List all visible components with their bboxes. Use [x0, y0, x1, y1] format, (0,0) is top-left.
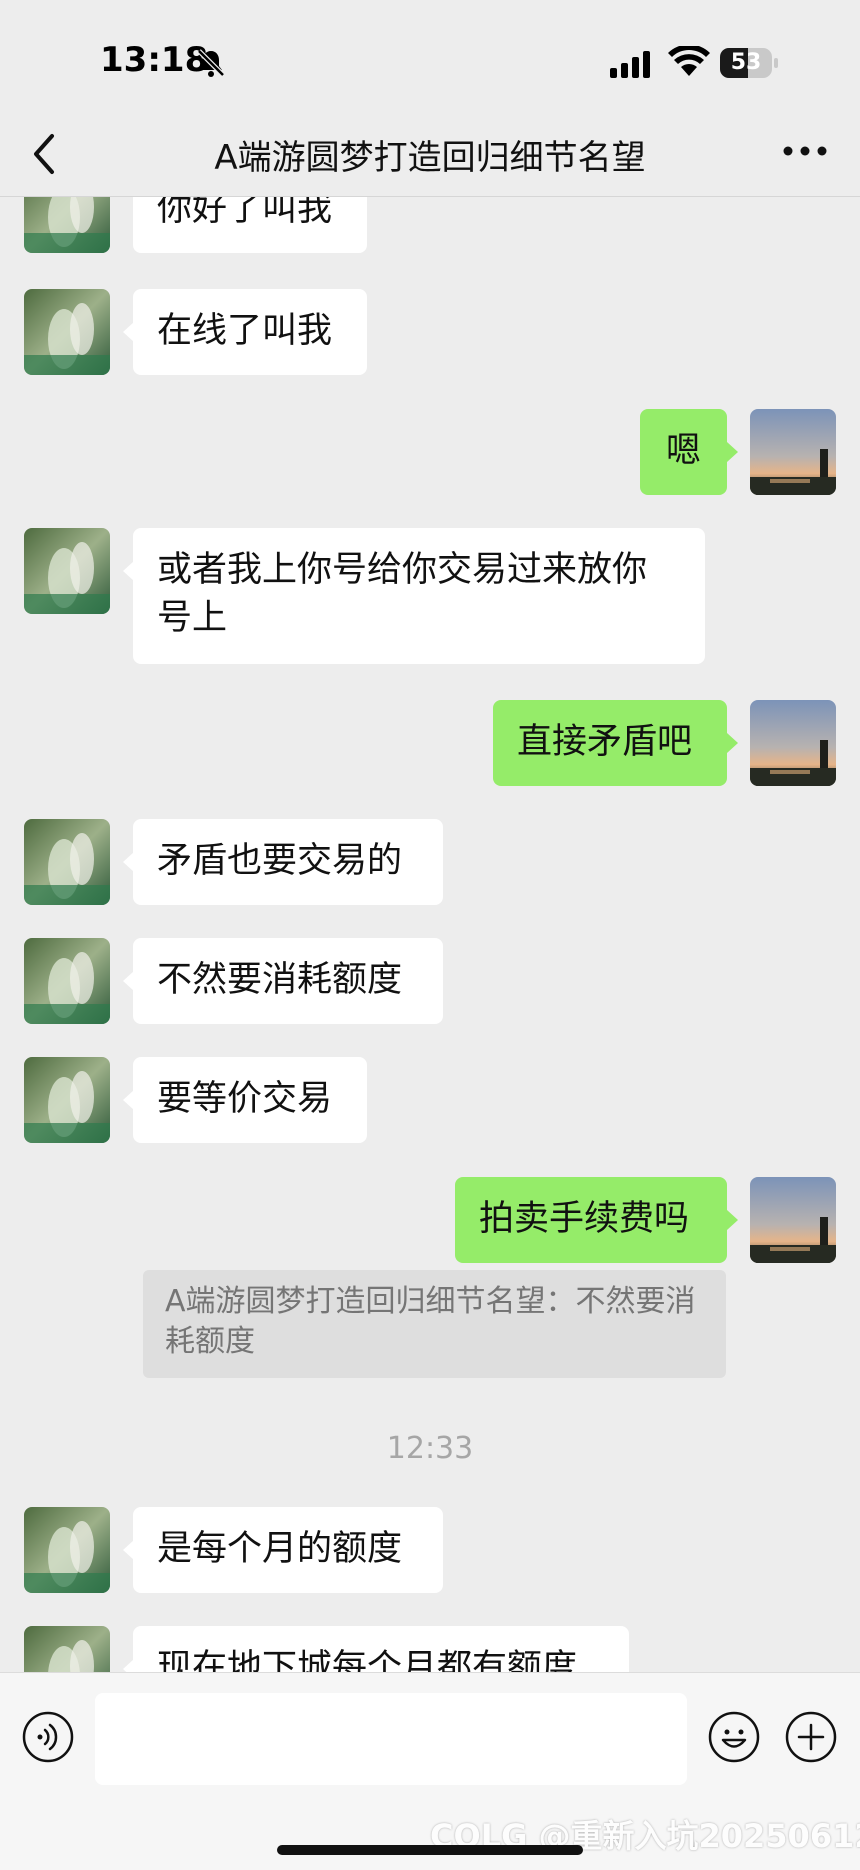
message-text: 拍卖手续费吗 [479, 1199, 690, 1239]
signal-icon [610, 51, 650, 78]
back-icon[interactable] [30, 132, 60, 176]
message-bubble[interactable]: 要等价交易 [133, 1057, 367, 1143]
message-text: 你好了叫我 [157, 197, 333, 229]
status-time: 13:18 [100, 40, 209, 80]
message-input[interactable] [95, 1693, 687, 1785]
emoji-icon[interactable] [708, 1711, 760, 1763]
contact-avatar[interactable] [24, 1626, 110, 1672]
contact-avatar[interactable] [24, 819, 110, 905]
message-text: 是每个月的额度 [157, 1529, 403, 1569]
message-text: 在线了叫我 [157, 311, 333, 351]
bell-off-icon [197, 49, 225, 77]
quoted-message[interactable]: A端游圆梦打造回归细节名望：不然要消耗额度 [143, 1270, 726, 1378]
battery-percent: 53 [730, 50, 762, 75]
home-indicator [277, 1845, 583, 1855]
quote-text: A端游圆梦打造回归细节名望：不然要消耗额度 [165, 1284, 696, 1359]
message-timestamp: 12:33 [386, 1431, 474, 1466]
message-bubble[interactable]: 不然要消耗额度 [133, 938, 443, 1024]
message-text: 不然要消耗额度 [157, 960, 403, 1000]
message-bubble[interactable]: 你好了叫我 [133, 197, 367, 253]
my-avatar[interactable] [750, 700, 836, 786]
message-bubble[interactable]: 在线了叫我 [133, 289, 367, 375]
message-bubble[interactable]: 或者我上你号给你交易过来放你号上 [133, 528, 705, 664]
voice-icon[interactable] [22, 1711, 74, 1763]
input-bar: COLG @重新入坑20250612 [0, 1672, 860, 1870]
contact-avatar[interactable] [24, 938, 110, 1024]
chat-title: A端游圆梦打造回归细节名望 [214, 138, 646, 178]
message-text: 嗯 [665, 431, 701, 471]
message-bubble[interactable]: 直接矛盾吧 [493, 700, 727, 786]
message-bubble[interactable]: 现在地下城每个月都有额度 [133, 1626, 629, 1672]
message-list[interactable]: 你好了叫我 在线了叫我 嗯 或者我上你号给你交易过来放你号上 直接矛盾吧 矛盾也… [0, 197, 860, 1672]
my-avatar[interactable] [750, 1177, 836, 1263]
chat-header: A端游圆梦打造回归细节名望 [0, 110, 860, 197]
contact-avatar[interactable] [24, 1507, 110, 1593]
message-text: 矛盾也要交易的 [157, 841, 403, 881]
contact-avatar[interactable] [24, 1057, 110, 1143]
my-avatar[interactable] [750, 409, 836, 495]
message-text: 或者我上你号给你交易过来放你号上 [157, 550, 648, 638]
more-icon[interactable] [780, 136, 830, 166]
wifi-icon [668, 46, 710, 76]
message-bubble[interactable]: 是每个月的额度 [133, 1507, 443, 1593]
message-text: 直接矛盾吧 [517, 722, 693, 762]
contact-avatar[interactable] [24, 197, 110, 253]
status-bar: 13:18 53 [0, 0, 860, 110]
battery-icon: 53 [720, 48, 778, 78]
message-text: 现在地下城每个月都有额度 [157, 1648, 578, 1672]
plus-icon[interactable] [785, 1711, 837, 1763]
contact-avatar[interactable] [24, 528, 110, 614]
message-bubble[interactable]: 拍卖手续费吗 [455, 1177, 727, 1263]
message-bubble[interactable]: 嗯 [640, 409, 727, 495]
message-bubble[interactable]: 矛盾也要交易的 [133, 819, 443, 905]
contact-avatar[interactable] [24, 289, 110, 375]
message-text: 要等价交易 [157, 1079, 333, 1119]
